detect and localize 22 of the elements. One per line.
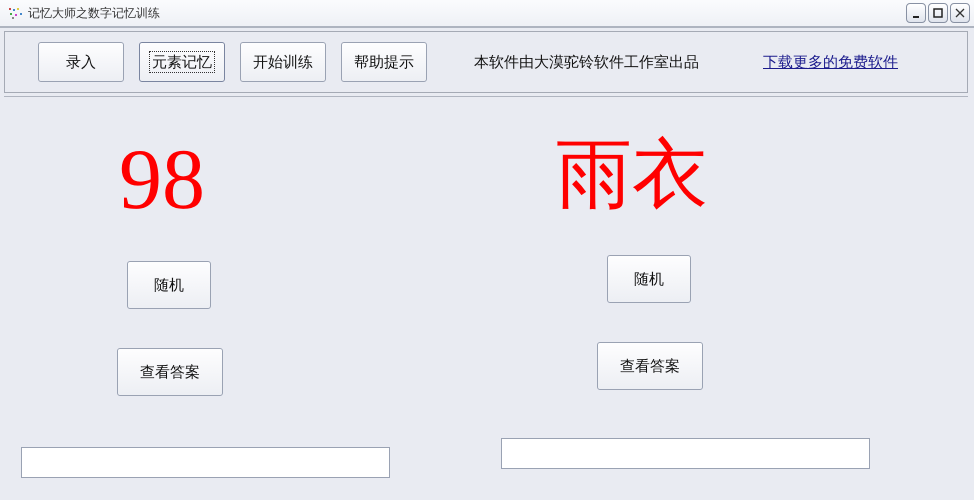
random-button[interactable]: 随机 [127, 261, 211, 309]
minimize-icon [913, 16, 919, 18]
maximize-icon [933, 8, 943, 18]
toolbar-button[interactable]: 元素记忆 [139, 42, 225, 82]
input-field[interactable] [501, 438, 870, 469]
display-text: 98 [118, 130, 206, 229]
toolbar-button[interactable]: 开始训练 [240, 42, 326, 82]
app-icon [8, 7, 24, 19]
download-link[interactable]: 下载更多的免费软件 [763, 52, 898, 72]
toolbar-button[interactable]: 帮助提示 [341, 42, 427, 82]
maximize-button[interactable] [928, 3, 948, 23]
input-field[interactable] [21, 447, 390, 478]
display-text: 雨衣 [555, 132, 709, 219]
show-answer-button[interactable]: 查看答案 [117, 348, 223, 396]
credit-text: 本软件由大漠驼铃软件工作室出品 [474, 52, 699, 72]
minimize-button[interactable] [906, 3, 926, 23]
close-button[interactable] [950, 3, 970, 23]
window-title: 记忆大师之数字记忆训练 [28, 4, 160, 22]
random-button[interactable]: 随机 [607, 255, 691, 303]
close-icon [955, 8, 965, 18]
show-answer-button[interactable]: 查看答案 [597, 342, 703, 390]
toolbar-button[interactable]: 录入 [38, 42, 124, 82]
